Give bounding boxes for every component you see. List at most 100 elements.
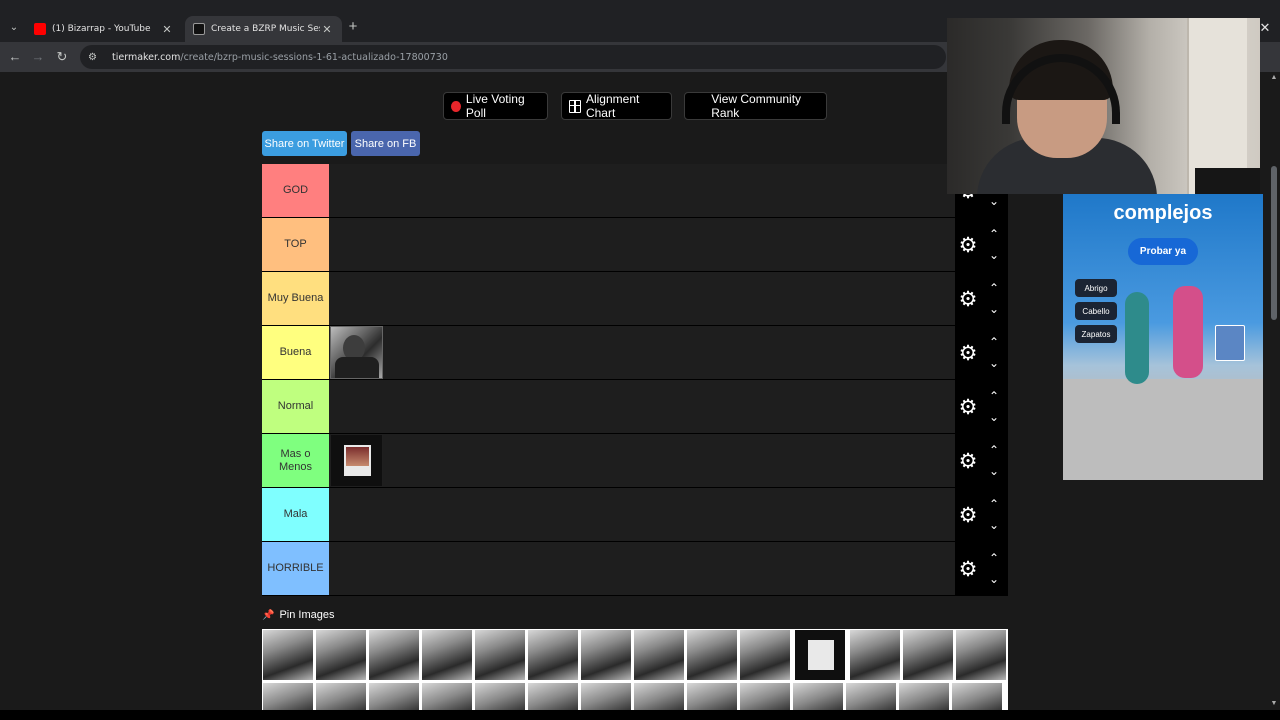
alignment-chart-button[interactable]: Alignment Chart — [561, 92, 672, 120]
pool-image[interactable] — [421, 629, 473, 681]
chevron-up-icon[interactable]: ⌃ — [986, 336, 1002, 348]
share-on-twitter-button[interactable]: Share on Twitter — [262, 131, 347, 156]
pool-image[interactable] — [951, 682, 1003, 710]
tier-row-top: TOP ⚙ ⌃ ⌄ — [262, 218, 1008, 272]
tier-drop-zone[interactable] — [330, 272, 955, 325]
chevron-up-icon[interactable]: ⌃ — [986, 444, 1002, 456]
share-on-fb-button[interactable]: Share on FB — [351, 131, 420, 156]
reload-icon[interactable]: ↻ — [53, 48, 71, 66]
pool-image[interactable] — [262, 682, 314, 710]
pool-image[interactable] — [262, 629, 314, 681]
tab-youtube[interactable]: (1) Bizarrap - YouTube ✕ — [26, 16, 182, 42]
pool-image[interactable] — [898, 682, 950, 710]
tab-search-chevron-icon[interactable]: ⌄ — [6, 20, 22, 36]
gear-icon[interactable]: ⚙ — [958, 397, 978, 418]
ad-chip-abrigo[interactable]: Abrigo — [1075, 279, 1117, 297]
pool-image[interactable] — [368, 629, 420, 681]
alignment-chart-label: Alignment Chart — [585, 92, 640, 120]
gear-icon[interactable]: ⚙ — [958, 559, 978, 580]
pool-image[interactable] — [580, 629, 632, 681]
tier-label[interactable]: Muy Buena — [262, 272, 329, 325]
gear-icon[interactable]: ⚙ — [958, 451, 978, 472]
pool-image[interactable] — [527, 629, 579, 681]
live-voting-poll-button[interactable]: Live Voting Poll — [443, 92, 548, 120]
tier-drop-zone[interactable] — [330, 164, 955, 217]
tier-label[interactable]: Buena — [262, 326, 329, 379]
gear-icon[interactable]: ⚙ — [958, 235, 978, 256]
pool-image[interactable] — [368, 682, 420, 710]
ranked-image-thumbnail[interactable] — [330, 326, 383, 379]
chevron-up-icon[interactable]: ⌃ — [986, 282, 1002, 294]
tier-drop-zone[interactable] — [330, 542, 955, 595]
ad-chip-zapatos[interactable]: Zapatos — [1075, 325, 1117, 343]
page-scrollbar[interactable]: ▲ ▼ — [1268, 72, 1280, 710]
chevron-down-icon[interactable]: ⌄ — [986, 519, 1002, 531]
tier-drop-zone[interactable] — [330, 434, 955, 487]
gear-icon[interactable]: ⚙ — [958, 343, 978, 364]
back-arrow-icon[interactable]: ← — [6, 48, 24, 66]
chevron-up-icon[interactable]: ⌃ — [986, 498, 1002, 510]
pool-image[interactable] — [527, 682, 579, 710]
view-community-rank-button[interactable]: View Community Rank — [684, 92, 827, 120]
scrollbar-thumb[interactable] — [1271, 166, 1277, 320]
pool-image[interactable] — [686, 629, 738, 681]
chevron-down-icon[interactable]: ⌄ — [986, 195, 1002, 207]
pool-image[interactable] — [902, 629, 954, 681]
new-tab-icon[interactable]: + — [346, 19, 360, 35]
address-bar[interactable]: ⚙ tiermaker.com/create/bzrp-music-sessio… — [80, 45, 946, 69]
tab-close-icon[interactable]: ✕ — [160, 23, 174, 36]
chevron-down-icon[interactable]: ⌄ — [986, 465, 1002, 477]
pool-image[interactable] — [580, 682, 632, 710]
chevron-down-icon[interactable]: ⌄ — [986, 357, 1002, 369]
window-close-icon[interactable]: ✕ — [1258, 20, 1272, 36]
pool-image[interactable] — [421, 682, 473, 710]
chevron-up-icon[interactable]: ⌃ — [986, 228, 1002, 240]
tier-drop-zone[interactable] — [330, 380, 955, 433]
tab-close-icon[interactable]: ✕ — [320, 23, 334, 36]
chevron-up-icon[interactable]: ⌃ — [986, 390, 1002, 402]
ad-cta-button[interactable]: Probar ya — [1128, 238, 1198, 265]
pool-image[interactable] — [845, 682, 897, 710]
pool-image[interactable] — [474, 682, 526, 710]
tier-label[interactable]: HORRIBLE — [262, 542, 329, 595]
tab-tiermaker[interactable]: Create a BZRP Music Sessions ✕ — [185, 16, 342, 42]
tier-drop-zone[interactable] — [330, 488, 955, 541]
ad-chip-cabello[interactable]: Cabello — [1075, 302, 1117, 320]
scroll-up-arrow-icon[interactable]: ▲ — [1270, 74, 1278, 81]
chevron-down-icon[interactable]: ⌄ — [986, 411, 1002, 423]
tier-controls: ⚙ ⌃ ⌄ — [955, 380, 1008, 434]
scroll-down-arrow-icon[interactable]: ▼ — [1270, 700, 1278, 707]
chevron-up-icon[interactable]: ⌃ — [986, 552, 1002, 564]
pool-image[interactable] — [739, 629, 791, 681]
gear-icon[interactable]: ⚙ — [958, 289, 978, 310]
tier-controls: ⚙ ⌃ ⌄ — [955, 542, 1008, 596]
webcam-overlay — [947, 18, 1260, 194]
tier-drop-zone[interactable] — [330, 326, 955, 379]
tier-label[interactable]: TOP — [262, 218, 329, 271]
chevron-down-icon[interactable]: ⌄ — [986, 249, 1002, 261]
pool-image[interactable] — [849, 629, 901, 681]
tier-label[interactable]: Mala — [262, 488, 329, 541]
tier-label[interactable]: Normal — [262, 380, 329, 433]
gear-icon[interactable]: ⚙ — [958, 505, 978, 526]
forward-arrow-icon[interactable]: → — [29, 48, 47, 66]
site-info-icon[interactable]: ⚙ — [88, 52, 100, 63]
pool-image[interactable] — [633, 682, 685, 710]
chevron-down-icon[interactable]: ⌄ — [986, 303, 1002, 315]
pool-image[interactable] — [739, 682, 791, 710]
pool-image[interactable] — [686, 682, 738, 710]
tier-label[interactable]: Mas o Menos — [262, 434, 329, 487]
pool-image[interactable] — [474, 629, 526, 681]
pool-image[interactable] — [633, 629, 685, 681]
pool-image[interactable] — [792, 682, 844, 710]
pool-image[interactable] — [955, 629, 1007, 681]
chevron-down-icon[interactable]: ⌄ — [986, 573, 1002, 585]
tier-label[interactable]: GOD — [262, 164, 329, 217]
pin-images-toggle[interactable]: 📌 Pin Images — [262, 609, 334, 621]
pool-image[interactable] — [315, 629, 367, 681]
tier-drop-zone[interactable] — [330, 218, 955, 271]
advertisement[interactable]: complejos Probar ya Abrigo Cabello Zapat… — [1063, 194, 1263, 480]
pool-image[interactable] — [315, 682, 367, 710]
ranked-image-thumbnail[interactable] — [330, 434, 383, 487]
pool-image[interactable] — [794, 629, 846, 681]
